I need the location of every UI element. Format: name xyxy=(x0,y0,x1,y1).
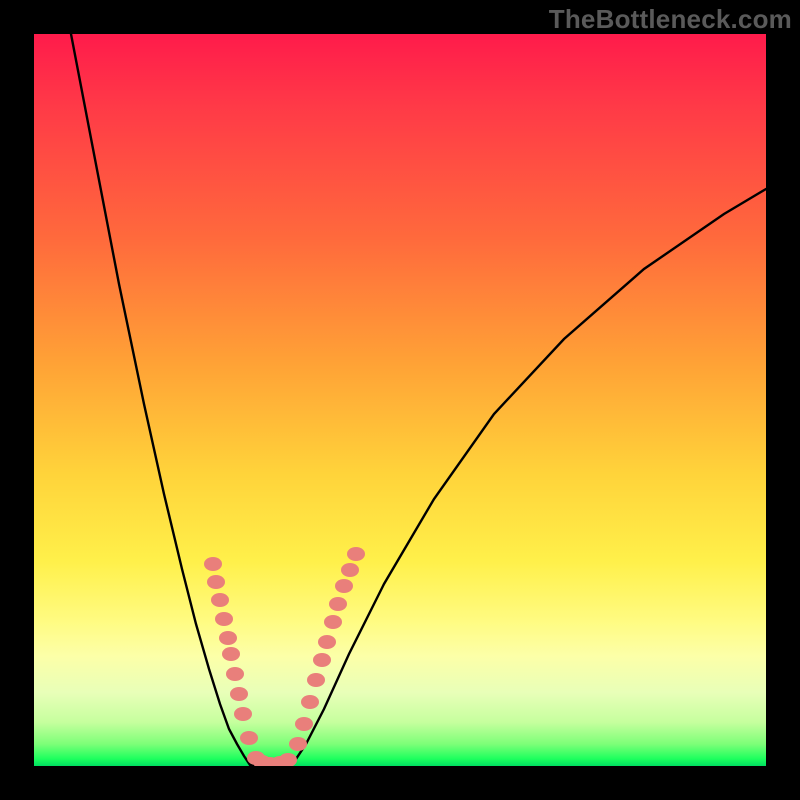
marker-dot xyxy=(234,707,252,721)
marker-dot xyxy=(307,673,325,687)
marker-dot xyxy=(329,597,347,611)
marker-dot xyxy=(335,579,353,593)
marker-dot xyxy=(211,593,229,607)
marker-dot xyxy=(289,737,307,751)
marker-dot xyxy=(226,667,244,681)
chart-plot-area xyxy=(34,34,766,766)
curve-group xyxy=(71,34,766,766)
marker-dot xyxy=(318,635,336,649)
chart-frame: TheBottleneck.com xyxy=(0,0,800,800)
marker-dot xyxy=(347,547,365,561)
marker-dot xyxy=(240,731,258,745)
marker-dot xyxy=(324,615,342,629)
marker-dot xyxy=(341,563,359,577)
marker-dot xyxy=(301,695,319,709)
marker-dot xyxy=(215,612,233,626)
marker-dot xyxy=(219,631,237,645)
marker-dot xyxy=(295,717,313,731)
marker-dot xyxy=(222,647,240,661)
bottleneck-curve xyxy=(71,34,766,766)
marker-dot xyxy=(230,687,248,701)
marker-group xyxy=(204,547,365,766)
marker-dot xyxy=(204,557,222,571)
watermark-label: TheBottleneck.com xyxy=(549,4,792,35)
marker-dot xyxy=(279,753,297,766)
marker-dot xyxy=(207,575,225,589)
chart-svg xyxy=(34,34,766,766)
marker-dot xyxy=(313,653,331,667)
